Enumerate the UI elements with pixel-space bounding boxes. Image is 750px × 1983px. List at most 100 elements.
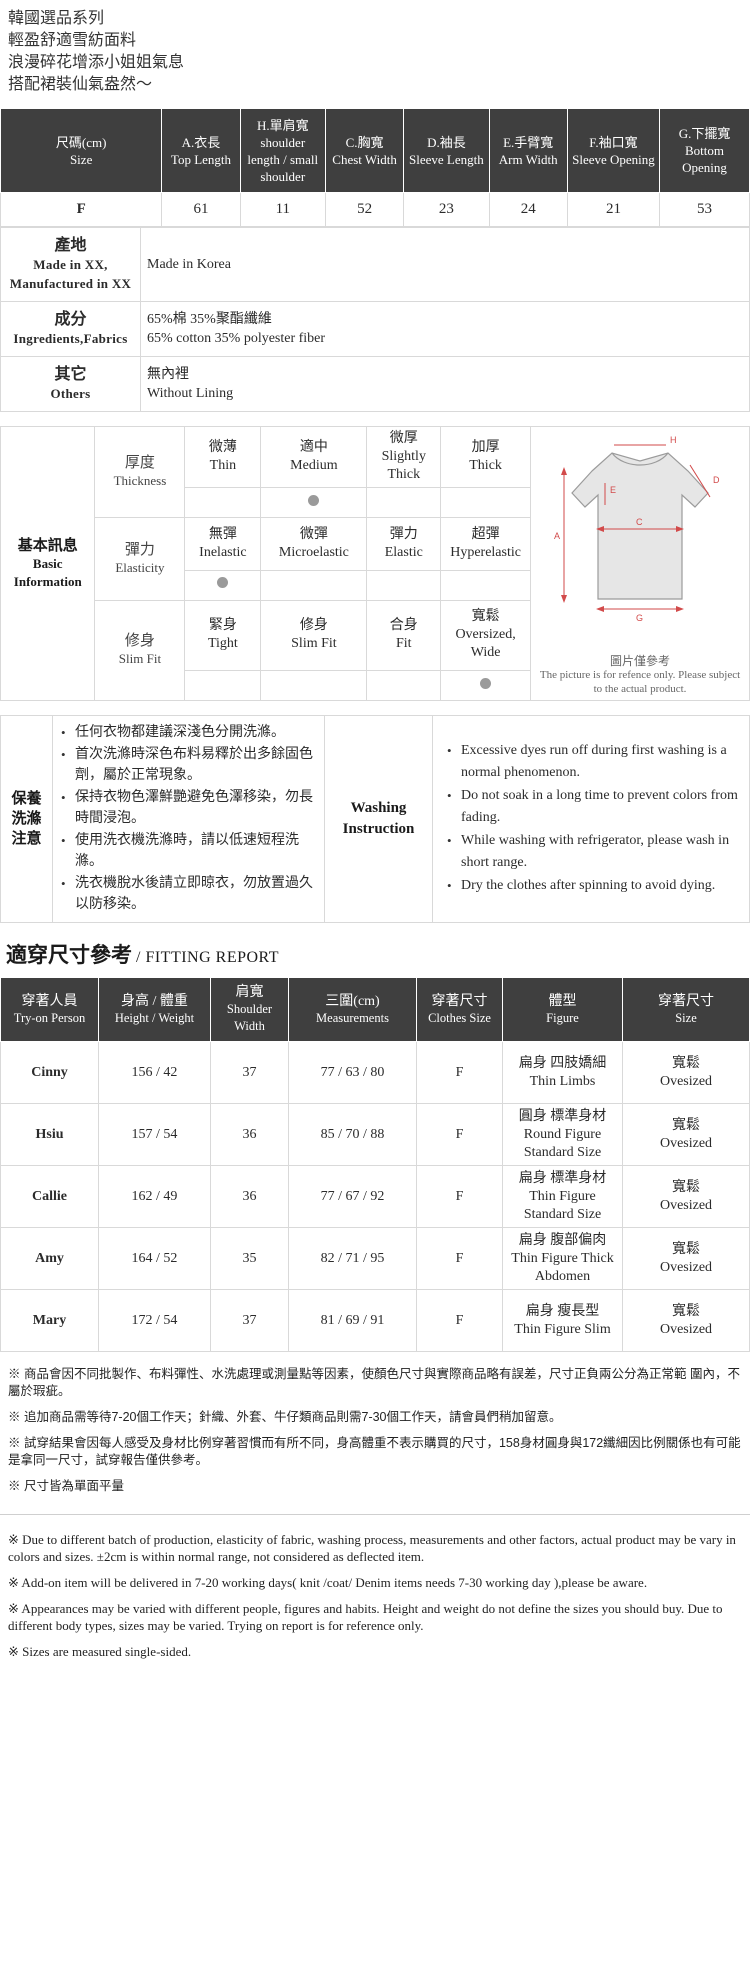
info-label-fabric: 成分 Ingredients,Fabrics [0, 301, 141, 357]
fitting-header-figure: 體型 Figure [502, 977, 623, 1042]
fitting-cell-clothes-size: F [416, 1103, 503, 1166]
info-value-origin: Made in Korea [140, 227, 750, 302]
slimfit-option-oversized: 寬鬆 Oversized, Wide [440, 599, 532, 671]
fitting-cell-size: 寬鬆 Ovesized [622, 1227, 750, 1290]
thickness-option-medium: 適中 Medium [260, 426, 368, 488]
list-item: While washing with refrigerator, please … [447, 830, 741, 874]
fitting-cell-measurements: 82 / 71 / 95 [288, 1227, 417, 1290]
size-header-arm-width: E.手臂寬 Arm Width [488, 108, 568, 193]
fitting-header-size: 穿著尺寸 Size [622, 977, 750, 1042]
diagram-label-A: A [554, 531, 560, 541]
slimfit-option-tight: 緊身 Tight [184, 599, 262, 671]
washing-row: 保養 洗滌 注意 任何衣物都建議深淺色分開洗滌。 首次洗滌時深色布料易釋於出多餘… [0, 715, 750, 923]
note-cn-1: ※ 商品會因不同批製作、布料彈性、水洗處理或測量點等因素，使顏色尺寸與實際商品略… [8, 1367, 740, 1398]
info-row-others: 其它 Others 無內裡 Without Lining [0, 356, 750, 412]
fitting-cell-person: Cinny [0, 1041, 99, 1104]
fitting-table-header-row: 穿著人員 Try-on Person 身高 / 體重 Height / Weig… [0, 977, 750, 1042]
size-header-sleeve-length: D.袖長 Sleeve Length [403, 108, 490, 193]
diagram-label-G: G [636, 613, 643, 623]
fitting-cell-clothes-size: F [416, 1165, 503, 1228]
info-value-others: 無內裡 Without Lining [140, 356, 750, 412]
list-item: 首次洗滌時深色布料易釋於出多餘固色劑，屬於正常現象。 [61, 744, 316, 786]
fitting-cell-measurements: 81 / 69 / 91 [288, 1289, 417, 1352]
washing-items-en: Excessive dyes run off during first wash… [432, 715, 750, 923]
fitting-cell-measurements: 77 / 67 / 92 [288, 1165, 417, 1228]
diagram-label-D: D [713, 475, 720, 485]
fitting-cell-person: Amy [0, 1227, 99, 1290]
slimfit-dot-tight [184, 670, 262, 701]
fitting-cell-size: 寬鬆 Ovesized [622, 1165, 750, 1228]
thickness-option-slightly-thick: 微厚 Slightly Thick [366, 426, 442, 488]
fitting-cell-figure: 圓身 標準身材 Round Figure Standard Size [502, 1103, 623, 1166]
note-en-2: ※ Add-on item will be delivered in 7-20 … [8, 1575, 648, 1590]
basic-info-label: 基本訊息 Basic Information [0, 426, 96, 701]
size-header-chest-width: C.胸寬 Chest Width [324, 108, 405, 193]
basic-group-slimfit-label: 修身 Slim Fit [94, 599, 186, 701]
list-item: Do not soak in a long time to prevent co… [447, 785, 741, 829]
fitting-cell-shoulder: 37 [210, 1041, 289, 1104]
fitting-header-clothes-size: 穿著尺寸 Clothes Size [416, 977, 503, 1042]
fitting-cell-size: 寬鬆 Ovesized [622, 1289, 750, 1352]
list-item: 洗衣機脫水後請立即晾衣，勿放置過久以防移染。 [61, 873, 316, 915]
fitting-cell-size: 寬鬆 Ovesized [622, 1103, 750, 1166]
diagram-label-H: H [670, 435, 677, 445]
size-value-bottom-opening: 53 [659, 192, 750, 227]
fitting-report-table: 穿著人員 Try-on Person 身高 / 體重 Height / Weig… [0, 977, 750, 1352]
note-en-3: ※ Appearances may be varied with differe… [8, 1601, 723, 1633]
intro-line-2: 輕盈舒適雪紡面料 [8, 32, 137, 49]
size-header-top-length: A.衣長 Top Length [161, 108, 241, 193]
washing-list-en: Excessive dyes run off during first wash… [441, 740, 741, 897]
table-row: Cinny 156 / 42 37 77 / 63 / 80 F 扁身 四肢嬌細… [0, 1041, 750, 1104]
size-value-code: F [0, 192, 163, 227]
size-chart-table: 尺碼(cm) Size A.衣長 Top Length H.單肩寬 should… [0, 108, 750, 227]
table-row: Callie 162 / 49 36 77 / 67 / 92 F 扁身 標準身… [0, 1165, 750, 1228]
note-cn-2: ※ 追加商品需等待7-20個工作天；針織、外套、牛仔類商品則需7-30個工作天，… [8, 1410, 562, 1424]
fitting-header-measurements: 三圍(cm) Measurements [288, 977, 417, 1042]
thickness-dot-medium [260, 487, 368, 518]
basic-group-elasticity-label: 彈力 Elasticity [94, 517, 186, 601]
size-value-arm-width: 24 [488, 192, 568, 227]
elasticity-dot-inelastic [184, 569, 262, 601]
thickness-dot-slightly-thick [366, 487, 442, 518]
slimfit-dot-oversized [440, 670, 532, 701]
intro-line-4: 搭配裙裝仙氣盎然～ [8, 76, 153, 93]
table-row: Mary 172 / 54 37 81 / 69 / 91 F 扁身 瘦長型 T… [0, 1289, 750, 1352]
intro-description: 韓國選品系列 輕盈舒適雪紡面料 浪漫碎花增添小姐姐氣息 搭配裙裝仙氣盎然～ [0, 0, 750, 106]
fitting-cell-height-weight: 162 / 49 [98, 1165, 211, 1228]
size-value-chest-width: 52 [324, 192, 405, 227]
note-cn-3: ※ 試穿結果會因每人感受及身材比例穿著習慣而有所不同，身高體重不表示購買的尺寸，… [8, 1436, 741, 1467]
size-header-bottom-opening: G.下擺寬 Bottom Opening [659, 108, 750, 193]
size-value-top-length: 61 [161, 192, 241, 227]
garment-measurement-diagram: A C G H D E [554, 435, 720, 623]
product-spec-page: 韓國選品系列 輕盈舒適雪紡面料 浪漫碎花增添小姐姐氣息 搭配裙裝仙氣盎然～ 尺碼… [0, 0, 750, 1685]
table-row: Amy 164 / 52 35 82 / 71 / 95 F 扁身 腹部偏肉 T… [0, 1227, 750, 1290]
note-cn-4: ※ 尺寸皆為單面平量 [8, 1479, 124, 1493]
elasticity-dot-elastic [366, 569, 442, 601]
basic-group-thickness-label: 厚度 Thickness [94, 426, 186, 518]
fitting-cell-clothes-size: F [416, 1041, 503, 1104]
size-value-sleeve-length: 23 [403, 192, 490, 227]
diagram-label-C: C [636, 517, 643, 527]
notes-divider [0, 1514, 750, 1515]
fitting-cell-height-weight: 172 / 54 [98, 1289, 211, 1352]
size-header-shoulder: H.單肩寬 shoulder length / small shoulder [239, 108, 326, 193]
fitting-cell-shoulder: 37 [210, 1289, 289, 1352]
elasticity-option-hyperelastic: 超彈 Hyperelastic [440, 517, 532, 571]
fitting-cell-height-weight: 164 / 52 [98, 1227, 211, 1290]
fitting-header-shoulder: 肩寬 Shoulder Width [210, 977, 289, 1042]
slimfit-option-fit: 合身 Fit [366, 599, 442, 671]
info-row-fabric: 成分 Ingredients,Fabrics 65%棉 35%聚酯纖維 65% … [0, 301, 750, 357]
elasticity-option-elastic: 彈力 Elastic [366, 517, 442, 571]
fitting-cell-figure: 扁身 四肢嬌細 Thin Limbs [502, 1041, 623, 1104]
washing-instruction-section: 保養 洗滌 注意 任何衣物都建議深淺色分開洗滌。 首次洗滌時深色布料易釋於出多餘… [0, 715, 750, 923]
fitting-cell-shoulder: 36 [210, 1103, 289, 1166]
elasticity-dot-microelastic [260, 569, 368, 601]
notes-english: ※ Due to different batch of production, … [0, 1525, 750, 1685]
washing-items-cn: 任何衣物都建議深淺色分開洗滌。 首次洗滌時深色布料易釋於出多餘固色劑，屬於正常現… [52, 715, 325, 923]
elasticity-option-inelastic: 無彈 Inelastic [184, 517, 262, 571]
info-label-origin: 產地 Made in XX, Manufactured in XX [0, 227, 141, 302]
selection-dot [480, 677, 492, 689]
thickness-option-thick: 加厚 Thick [440, 426, 532, 488]
fitting-header-person: 穿著人員 Try-on Person [0, 977, 99, 1042]
fitting-cell-person: Mary [0, 1289, 99, 1352]
